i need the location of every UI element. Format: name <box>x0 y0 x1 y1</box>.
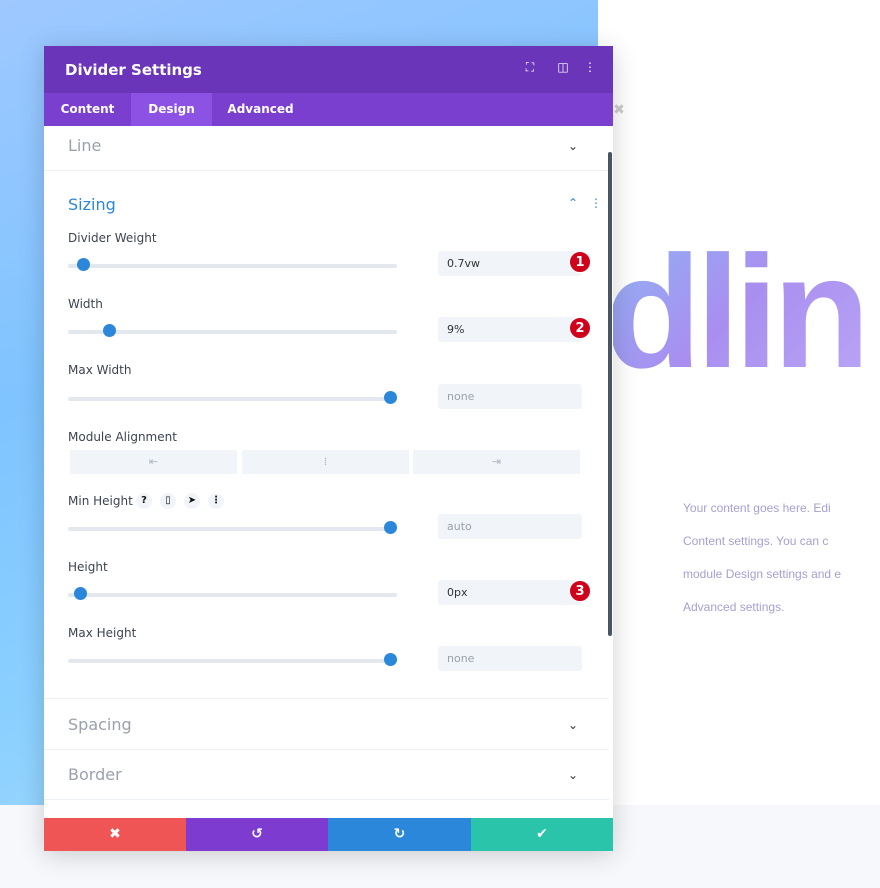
module-alignment-label: Module Alignment <box>68 430 177 444</box>
field-label: Max Height <box>68 626 137 640</box>
slider-track[interactable] <box>68 653 397 666</box>
align-right-button[interactable]: ⇥ <box>413 450 580 474</box>
paragraph-line: Content settings. You can c <box>683 534 829 548</box>
cancel-button[interactable]: ✖ <box>44 818 186 851</box>
number-badge: 1 <box>569 251 591 273</box>
help-icon[interactable]: ? <box>136 493 152 509</box>
chevron-up-icon[interactable]: ⌃ <box>568 196 578 210</box>
slider-track[interactable] <box>68 258 397 271</box>
panel-title: Divider Settings <box>65 61 202 79</box>
tab-content[interactable]: Content <box>44 93 131 126</box>
slider-track[interactable] <box>68 324 397 337</box>
section-line[interactable]: Line <box>68 136 101 155</box>
more-vertical-icon[interactable]: ⋮ <box>208 493 224 509</box>
divider <box>44 698 609 699</box>
chevron-down-icon[interactable]: ⌄ <box>568 718 578 732</box>
section-spacing[interactable]: Spacing <box>68 715 132 734</box>
save-button[interactable]: ✔ <box>471 818 613 851</box>
value-input[interactable]: none <box>438 646 582 671</box>
chevron-down-icon[interactable]: ⌄ <box>568 139 578 153</box>
value-input[interactable]: none <box>438 384 582 409</box>
value-input[interactable]: 0.7vw <box>438 251 582 276</box>
hero-heading: dlin <box>604 222 870 401</box>
tab-design[interactable]: Design <box>131 93 212 126</box>
tab-advanced[interactable]: Advanced <box>212 93 309 126</box>
more-vertical-icon[interactable]: ⋮ <box>582 60 598 74</box>
slider-track[interactable] <box>68 391 397 404</box>
slider-track[interactable] <box>68 587 397 600</box>
page-background <box>598 0 880 805</box>
value-input[interactable]: auto <box>438 514 582 539</box>
slider-handle[interactable] <box>384 521 397 534</box>
field-label: Height <box>68 560 108 574</box>
slider-handle[interactable] <box>384 391 397 404</box>
section-border[interactable]: Border <box>68 765 122 784</box>
redo-button[interactable]: ↻ <box>328 818 471 851</box>
scrollbar[interactable] <box>608 152 612 636</box>
slider-handle[interactable] <box>384 653 397 666</box>
expand-icon[interactable]: ⛶ <box>522 60 538 75</box>
field-label: Divider Weight <box>68 231 157 245</box>
section-sizing[interactable]: Sizing <box>68 195 116 214</box>
divider-settings-panel: Divider Settings ⛶ ◫ ⋮ Content Design Ad… <box>44 46 613 851</box>
paragraph-line: Your content goes here. Edi <box>683 501 831 515</box>
field-label: Width <box>68 297 103 311</box>
slider-handle[interactable] <box>77 258 90 271</box>
value-input[interactable]: 9% <box>438 317 582 342</box>
chevron-down-icon[interactable]: ⌄ <box>568 768 578 782</box>
slider-handle[interactable] <box>103 324 116 337</box>
align-left-button[interactable]: ⇤ <box>70 450 237 474</box>
tab-bar: Content Design Advanced <box>44 93 613 126</box>
paragraph-line: Advanced settings. <box>683 600 785 614</box>
divider <box>44 799 609 800</box>
field-label: Min Height <box>68 494 133 508</box>
split-view-icon[interactable]: ◫ <box>555 60 571 74</box>
align-center-button[interactable]: ⁞ <box>242 450 409 474</box>
more-vertical-icon[interactable]: ⋮ <box>590 196 602 210</box>
panel-header[interactable]: Divider Settings ⛶ ◫ ⋮ <box>44 46 613 93</box>
hover-cursor-icon[interactable]: ➤ <box>184 493 200 509</box>
device-icon[interactable]: ▯ <box>160 493 176 509</box>
slider-handle[interactable] <box>74 587 87 600</box>
paragraph-line: module Design settings and e <box>683 567 842 581</box>
number-badge: 3 <box>569 580 591 602</box>
divider <box>44 170 609 171</box>
number-badge: 2 <box>569 317 591 339</box>
value-input[interactable]: 0px <box>438 580 582 605</box>
slider-track[interactable] <box>68 521 397 534</box>
undo-button[interactable]: ↺ <box>186 818 328 851</box>
divider <box>44 749 609 750</box>
field-label: Max Width <box>68 363 132 377</box>
